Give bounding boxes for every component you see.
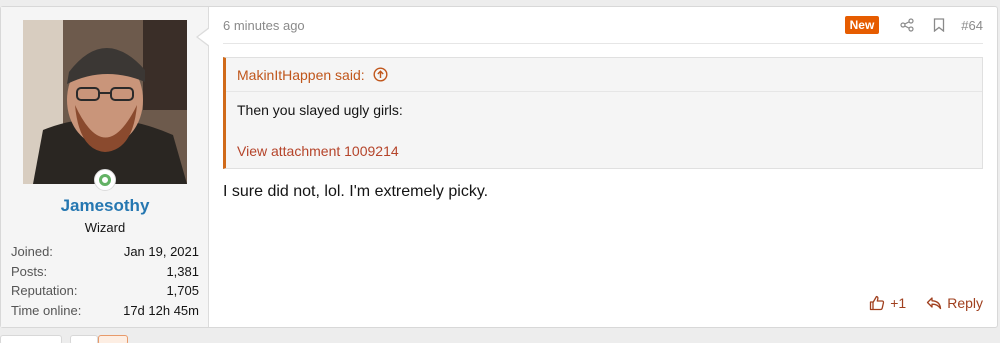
user-cell: Jamesothy Wizard Joined: Jan 19, 2021 Po… [1,7,209,327]
stat-joined: Joined: Jan 19, 2021 [11,244,199,259]
thumbs-up-icon [870,295,885,311]
arrow-up-circle-icon[interactable] [373,67,388,82]
attachment-link[interactable]: View attachment 1009214 [237,143,399,159]
avatar[interactable] [23,20,187,184]
stat-reputation: Reputation: 1,705 [11,283,199,298]
online-status-icon [94,169,116,191]
share-icon[interactable] [891,13,923,37]
quote-text: Then you slayed ugly girls: [237,102,403,118]
user-title: Wizard [84,220,126,235]
reply-button[interactable]: Reply [926,295,983,311]
page-nav-button[interactable] [0,335,62,343]
reply-icon [927,297,942,310]
stat-time-online: Time online: 17d 12h 45m [11,302,199,318]
new-badge: New [844,16,880,34]
post-body: I sure did not, lol. I'm extremely picky… [223,183,489,200]
bookmark-icon[interactable] [923,13,955,37]
page-nav-current[interactable] [98,335,128,343]
page-navigation [0,335,1000,343]
page-nav-button[interactable] [70,335,98,343]
post-footer: +1 Reply [869,295,983,311]
quote-block: MakinItHappen said: Then you slayed ugly… [223,57,983,169]
like-count[interactable]: +1 [890,295,906,311]
quote-author[interactable]: MakinItHappen said: [237,67,365,83]
message-header: 6 minutes ago New #64 [223,7,983,44]
post-container: Jamesothy Wizard Joined: Jan 19, 2021 Po… [0,6,998,328]
like-button[interactable]: +1 [869,295,906,311]
quote-header[interactable]: MakinItHappen said: [226,58,982,92]
header-actions: New #64 [844,13,983,37]
user-stats: Joined: Jan 19, 2021 Posts: 1,381 Reputa… [11,242,199,320]
post-number-link[interactable]: #64 [961,18,983,33]
message-main: 6 minutes ago New #64 MakinItHappen said… [209,7,997,327]
stat-posts: Posts: 1,381 [11,263,199,279]
username-link[interactable]: Jamesothy [1,196,209,216]
reply-label[interactable]: Reply [947,295,983,311]
post-date[interactable]: 6 minutes ago [223,18,305,33]
